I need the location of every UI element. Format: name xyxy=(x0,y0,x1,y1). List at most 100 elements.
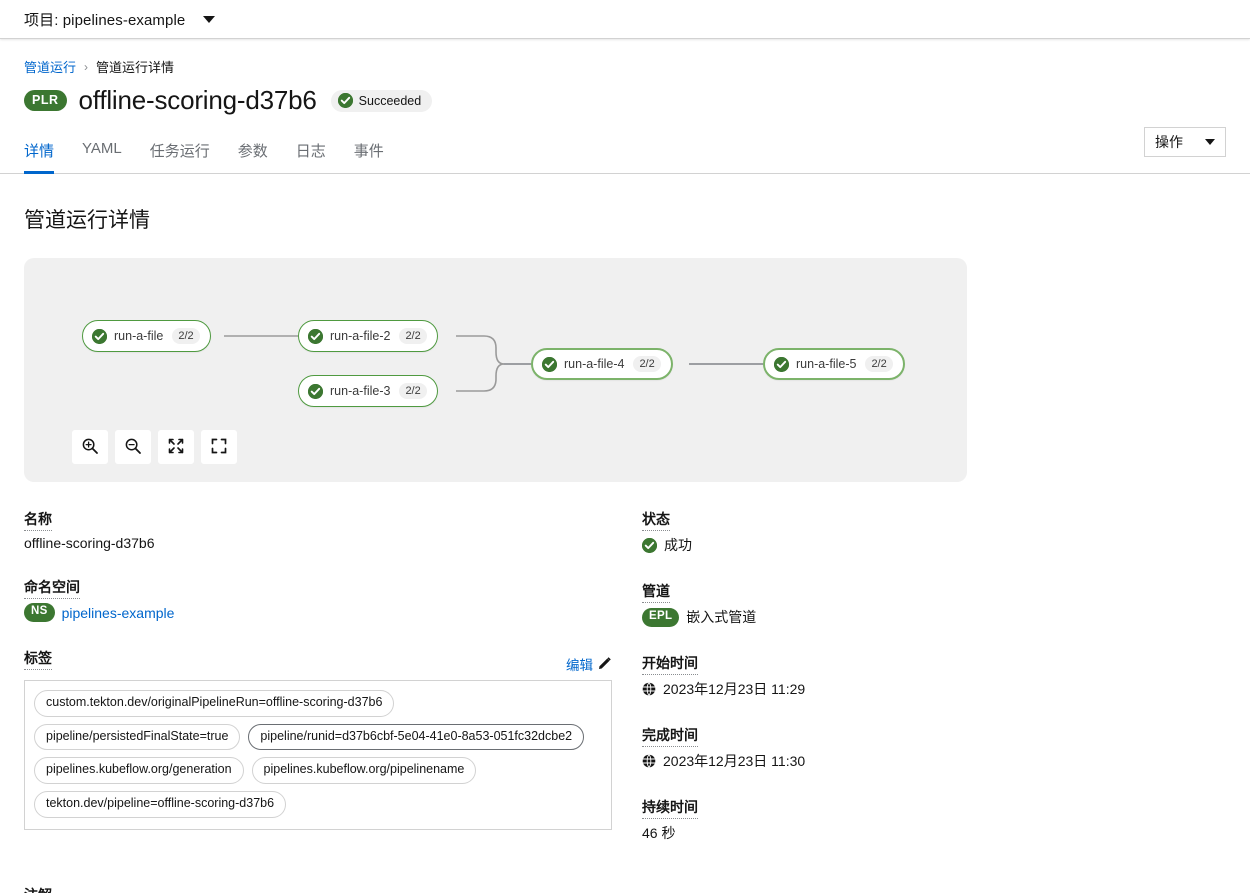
breadcrumb: 管道运行 › 管道运行详情 xyxy=(0,39,1250,76)
status-badge: Succeeded xyxy=(330,89,433,112)
pencil-icon xyxy=(598,656,612,673)
check-circle-icon xyxy=(308,328,323,344)
detail-namespace-label: 命名空间 xyxy=(24,577,80,599)
edit-labels-link[interactable]: 编辑 xyxy=(566,654,612,674)
detail-status-group: 状态 成功 xyxy=(642,509,1059,555)
tab-task-runs[interactable]: 任务运行 xyxy=(136,130,224,173)
tab-yaml[interactable]: YAML xyxy=(68,130,136,173)
tab-bar: 详情 YAML 任务运行 参数 日志 事件 xyxy=(0,130,1250,174)
details-left-column: 名称 offline-scoring-d37b6 命名空间 NS pipelin… xyxy=(24,509,639,869)
tab-parameters[interactable]: 参数 xyxy=(224,130,282,173)
zoom-out-icon xyxy=(124,437,142,458)
namespace-kind-badge: NS xyxy=(24,603,55,622)
fit-to-screen-button[interactable] xyxy=(158,430,194,464)
label-chip[interactable]: pipeline/persistedFinalState=true xyxy=(34,723,241,751)
detail-duration-label: 持续时间 xyxy=(642,797,698,819)
zoom-in-button[interactable] xyxy=(72,430,108,464)
zoom-in-icon xyxy=(81,437,99,458)
detail-end-time-value: 2023年12月23日 11:30 xyxy=(663,753,806,769)
tab-logs[interactable]: 日志 xyxy=(282,130,340,173)
graph-node-count: 2/2 xyxy=(399,328,427,344)
graph-node-label: run-a-file xyxy=(114,329,164,343)
detail-pipeline-value: 嵌入式管道 xyxy=(686,609,757,625)
edit-labels-label: 编辑 xyxy=(566,658,593,673)
pipeline-graph-panel[interactable]: run-a-file 2/2 run-a-file-2 2/2 run-a-fi… xyxy=(24,258,967,482)
actions-button[interactable]: 操作 xyxy=(1144,127,1226,157)
page-title-row: PLR offline-scoring-d37b6 Succeeded xyxy=(0,76,1250,116)
detail-pipeline-label: 管道 xyxy=(642,581,670,603)
detail-name-value: offline-scoring-d37b6 xyxy=(24,535,155,551)
detail-namespace-group: 命名空间 NS pipelines-example xyxy=(24,577,639,622)
breadcrumb-separator-icon: › xyxy=(84,59,89,74)
detail-start-time-value: 2023年12月23日 11:29 xyxy=(663,681,806,697)
check-circle-icon xyxy=(542,356,557,372)
breadcrumb-current: 管道运行详情 xyxy=(96,60,175,75)
globe-icon xyxy=(642,682,656,696)
detail-labels-label: 标签 xyxy=(24,648,52,670)
detail-status-value: 成功 xyxy=(664,537,692,553)
details-right-column: 状态 成功 管道 EPL 嵌入式管道 开始时间 2023年12月23日 11:2… xyxy=(639,509,1059,869)
fullscreen-icon xyxy=(210,437,228,458)
graph-node-count: 2/2 xyxy=(865,356,893,372)
detail-duration-value: 46 秒 xyxy=(642,825,676,841)
graph-node-label: run-a-file-2 xyxy=(330,329,391,343)
namespace-link[interactable]: pipelines-example xyxy=(62,605,175,621)
labels-container: custom.tekton.dev/originalPipelineRun=of… xyxy=(24,680,612,830)
labels-header: 标签 编辑 xyxy=(24,648,612,674)
detail-labels-group: 标签 编辑 custom.tekton.dev/originalPipeline… xyxy=(24,648,639,830)
project-selector-label: 项目: pipelines-example xyxy=(24,11,186,29)
detail-pipeline-group: 管道 EPL 嵌入式管道 xyxy=(642,581,1059,627)
graph-node-label: run-a-file-3 xyxy=(330,384,391,398)
detail-end-time-group: 完成时间 2023年12月23日 11:30 xyxy=(642,725,1059,771)
detail-annotations-group: 注解 12 个注解 xyxy=(0,885,1250,893)
globe-icon xyxy=(642,754,656,768)
label-chip[interactable]: pipelines.kubeflow.org/pipelinename xyxy=(251,757,477,784)
detail-end-time-label: 完成时间 xyxy=(642,725,698,747)
section-title: 管道运行详情 xyxy=(24,209,150,232)
tab-details[interactable]: 详情 xyxy=(24,130,68,174)
graph-node-run-a-file-2[interactable]: run-a-file-2 2/2 xyxy=(298,320,438,352)
detail-status-label: 状态 xyxy=(642,509,670,531)
label-chip[interactable]: pipeline/runid=d37b6cbf-5e04-41e0-8a53-0… xyxy=(248,723,585,751)
graph-node-count: 2/2 xyxy=(633,356,661,372)
zoom-out-button[interactable] xyxy=(115,430,151,464)
detail-start-time-label: 开始时间 xyxy=(642,653,698,675)
check-circle-icon xyxy=(642,537,657,553)
graph-node-run-a-file[interactable]: run-a-file 2/2 xyxy=(82,320,211,352)
graph-node-count: 2/2 xyxy=(172,328,200,344)
graph-node-label: run-a-file-4 xyxy=(564,357,625,371)
check-circle-icon xyxy=(92,328,107,344)
label-chip[interactable]: pipelines.kubeflow.org/generation xyxy=(34,757,244,784)
detail-start-time-value-row: 2023年12月23日 11:29 xyxy=(642,679,1059,699)
fullscreen-button[interactable] xyxy=(201,430,237,464)
breadcrumb-link-pipeline-runs[interactable]: 管道运行 xyxy=(24,57,76,76)
label-chip[interactable]: tekton.dev/pipeline=offline-scoring-d37b… xyxy=(34,790,287,818)
detail-name-label: 名称 xyxy=(24,509,52,531)
detail-start-time-group: 开始时间 2023年12月23日 11:29 xyxy=(642,653,1059,699)
check-circle-icon xyxy=(337,93,353,108)
graph-node-run-a-file-5[interactable]: run-a-file-5 2/2 xyxy=(763,348,905,380)
status-badge-label: Succeeded xyxy=(358,93,422,108)
tab-events[interactable]: 事件 xyxy=(340,130,398,173)
page-title: offline-scoring-d37b6 xyxy=(78,85,317,115)
detail-duration-group: 持续时间 46 秒 xyxy=(642,797,1059,843)
page-body: 管道运行 › 管道运行详情 PLR offline-scoring-d37b6 … xyxy=(0,39,1250,893)
label-chip[interactable]: custom.tekton.dev/originalPipelineRun=of… xyxy=(34,690,395,717)
project-selector-bar[interactable]: 项目: pipelines-example xyxy=(0,0,1250,39)
chevron-down-icon[interactable] xyxy=(203,15,216,23)
graph-node-count: 2/2 xyxy=(399,383,427,399)
graph-node-run-a-file-4[interactable]: run-a-file-4 2/2 xyxy=(531,348,673,380)
fit-to-screen-icon xyxy=(167,437,185,458)
chevron-down-icon xyxy=(1205,139,1215,145)
check-circle-icon xyxy=(308,383,323,399)
resource-kind-badge: PLR xyxy=(24,90,67,111)
detail-name-group: 名称 offline-scoring-d37b6 xyxy=(24,509,639,551)
graph-node-run-a-file-3[interactable]: run-a-file-3 2/2 xyxy=(298,375,438,407)
detail-status-value-row: 成功 xyxy=(642,535,1059,555)
detail-annotations-label: 注解 xyxy=(24,885,52,893)
pipeline-kind-badge: EPL xyxy=(642,607,680,627)
detail-namespace-value-row: NS pipelines-example xyxy=(24,603,639,622)
graph-node-label: run-a-file-5 xyxy=(796,357,857,371)
detail-end-time-value-row: 2023年12月23日 11:30 xyxy=(642,751,1059,771)
detail-pipeline-value-row: EPL 嵌入式管道 xyxy=(642,607,1059,627)
